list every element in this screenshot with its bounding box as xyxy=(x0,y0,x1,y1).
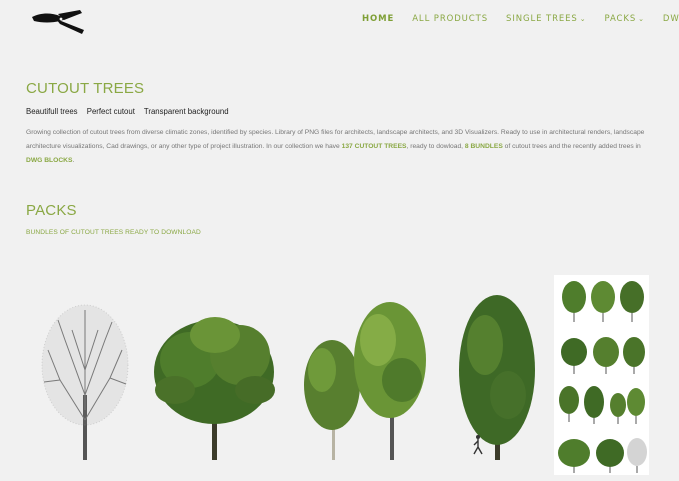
twin-trees-pack-image[interactable] xyxy=(304,302,426,460)
tree-grid-pack-image[interactable] xyxy=(554,275,649,475)
bare-tree-pack-image[interactable] xyxy=(41,304,129,460)
broadleaf-tree-pack-image[interactable] xyxy=(154,317,275,460)
tall-tree-pack-image[interactable] xyxy=(459,295,535,460)
page: HOME ALL PRODUCTS SINGLE TREES ⌄ PACKS ⌄ D… xyxy=(0,0,679,481)
person-silhouette xyxy=(473,435,483,455)
packs-gallery xyxy=(41,275,649,475)
